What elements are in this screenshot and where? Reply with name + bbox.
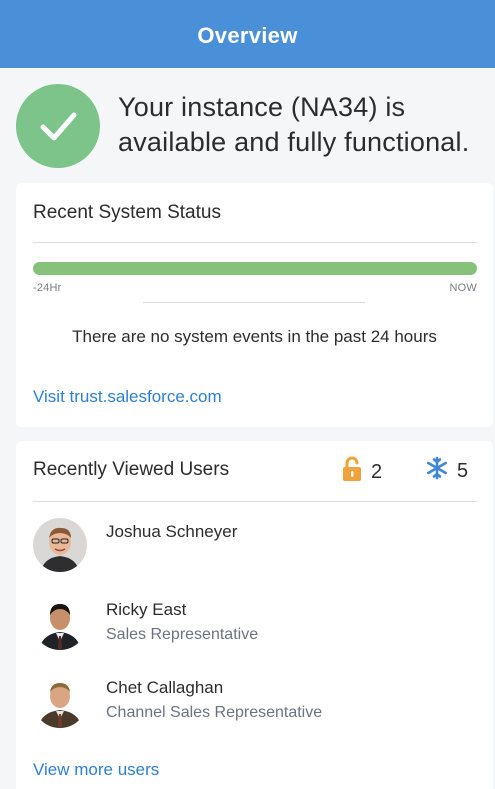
user-row[interactable]: Ricky East Sales Representative (33, 596, 477, 660)
app-screen: Overview Your instance (NA34) is availab… (0, 0, 495, 789)
instance-status-banner: Your instance (NA34) is available and fu… (0, 68, 495, 180)
instance-status-line-1: Your instance (NA34) is (118, 92, 406, 122)
user-row[interactable]: Chet Callaghan Channel Sales Representat… (33, 674, 477, 738)
system-status-card: Recent System Status -24Hr NOW There are… (16, 183, 493, 427)
instance-status-line-2: available and fully functional. (118, 127, 470, 157)
check-icon (16, 84, 100, 168)
user-avatar (33, 674, 87, 728)
divider (33, 501, 477, 502)
user-avatar (33, 596, 87, 650)
frozen-count: 5 (457, 459, 469, 482)
user-row[interactable]: Joshua Schneyer (33, 518, 477, 582)
divider (33, 242, 477, 243)
recent-users-card: Recently Viewed Users 2 5 Joshua Schneye… (16, 441, 493, 789)
snowflake-icon (425, 456, 449, 486)
locked-users-count[interactable]: 2 (341, 456, 382, 488)
frozen-users-count[interactable]: 5 (425, 456, 468, 486)
timeline-start-label: -24Hr (33, 282, 62, 294)
user-name: Chet Callaghan (106, 678, 224, 697)
view-more-users-link[interactable]: View more users (33, 760, 159, 780)
user-role: Sales Representative (106, 626, 259, 643)
lock-icon (341, 456, 363, 488)
user-name: Joshua Schneyer (106, 522, 238, 541)
user-name: Ricky East (106, 600, 187, 619)
divider (143, 302, 365, 303)
instance-status-text: Your instance (NA34) is available and fu… (118, 90, 490, 160)
no-events-message: There are no system events in the past 2… (72, 327, 437, 346)
trust-link[interactable]: Visit trust.salesforce.com (33, 387, 222, 407)
locked-count: 2 (371, 460, 383, 483)
system-status-title: Recent System Status (33, 202, 221, 223)
page-title: Overview (197, 23, 298, 48)
timeline-end-label: NOW (449, 282, 477, 294)
top-bar: Overview (0, 0, 495, 68)
user-role: Channel Sales Representative (106, 704, 323, 721)
status-timeline-bar (33, 262, 477, 275)
user-avatar (33, 518, 87, 572)
recent-users-title: Recently Viewed Users (33, 459, 230, 480)
